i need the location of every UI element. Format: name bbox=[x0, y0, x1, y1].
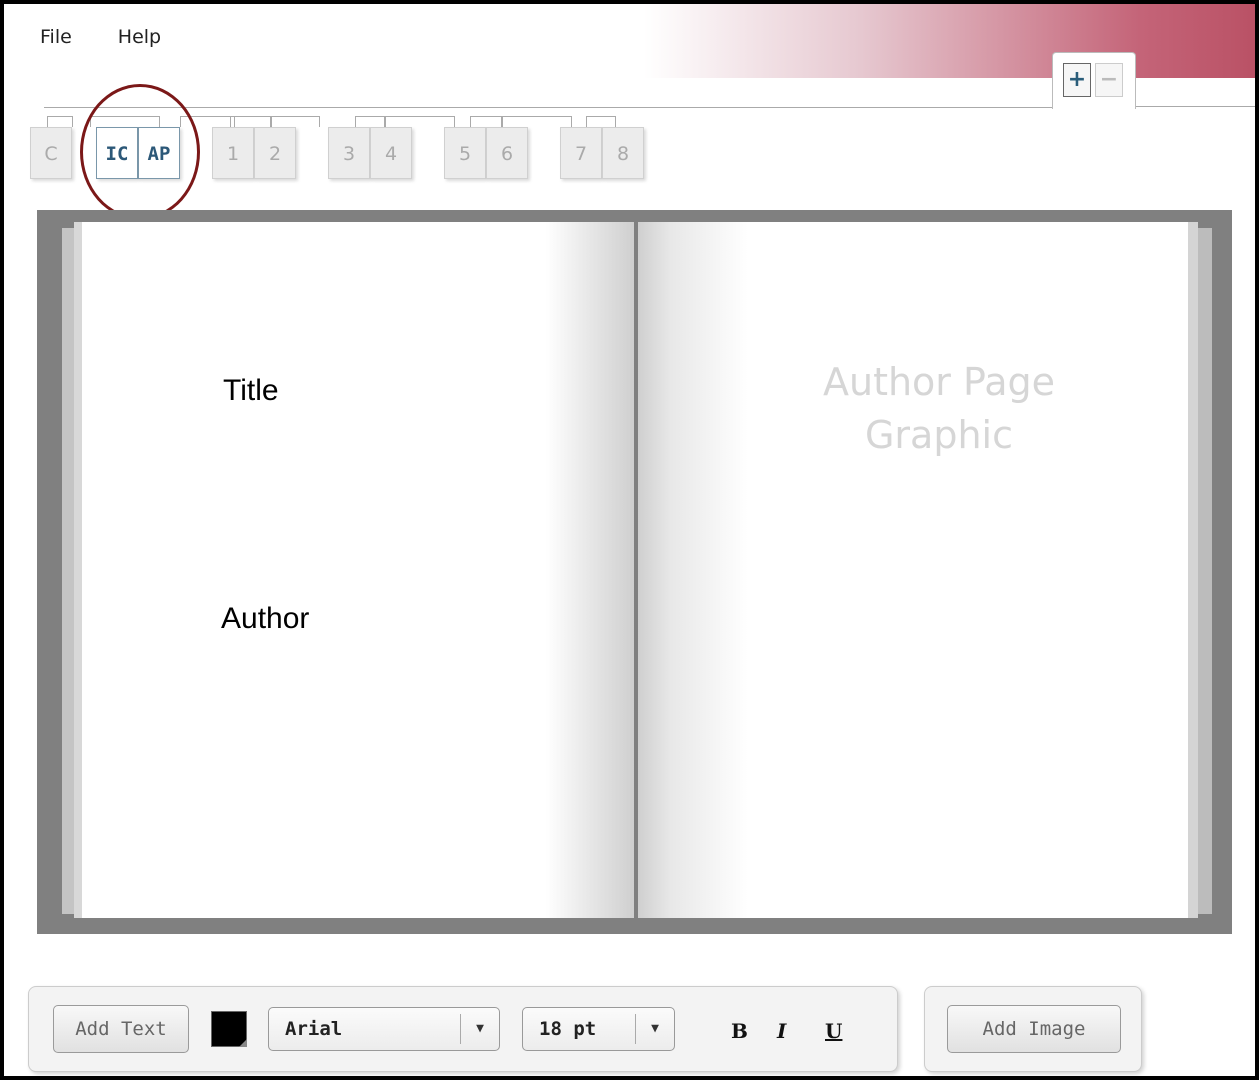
menu-help[interactable]: Help bbox=[118, 26, 161, 48]
tab-connector bbox=[47, 116, 73, 127]
tab-page-8[interactable]: 8 bbox=[602, 127, 644, 179]
author-text-box[interactable]: Author bbox=[221, 602, 309, 636]
tab-connector bbox=[355, 116, 385, 127]
add-page-button[interactable]: + bbox=[1063, 63, 1091, 97]
font-family-dropdown[interactable]: Arial ▼ bbox=[268, 1007, 500, 1051]
menu-bar: File Help bbox=[40, 26, 161, 48]
tab-rail-line bbox=[44, 107, 1052, 108]
tab-cover[interactable]: C bbox=[30, 127, 72, 179]
tab-page-6[interactable]: 6 bbox=[486, 127, 528, 179]
tab-page-7[interactable]: 7 bbox=[560, 127, 602, 179]
underline-button[interactable]: U bbox=[825, 1019, 842, 1043]
tab-connector bbox=[502, 116, 572, 127]
tab-page-1[interactable]: 1 bbox=[212, 127, 254, 179]
tab-connector bbox=[470, 116, 502, 127]
minus-icon: − bbox=[1099, 67, 1119, 92]
font-size-dropdown[interactable]: 18 pt ▼ bbox=[522, 1007, 675, 1051]
tab-connector bbox=[270, 116, 320, 127]
add-image-button[interactable]: Add Image bbox=[947, 1005, 1121, 1053]
book-right-edge bbox=[1198, 228, 1212, 914]
add-text-button[interactable]: Add Text bbox=[53, 1005, 189, 1053]
placeholder-line-1: Author Page bbox=[822, 360, 1055, 404]
tab-connector bbox=[586, 116, 616, 127]
font-size-value: 18 pt bbox=[539, 1018, 597, 1040]
tab-page-3[interactable]: 3 bbox=[328, 127, 370, 179]
tab-rail-line-right bbox=[1134, 106, 1255, 107]
right-page[interactable] bbox=[638, 222, 1198, 918]
app-window: File Help + − C IC AP 1 2 3 4 5 6 7 8 Ti… bbox=[0, 0, 1259, 1080]
chevron-down-icon: ▼ bbox=[635, 1014, 674, 1044]
bold-button[interactable]: B bbox=[731, 1019, 748, 1043]
author-page-graphic-placeholder[interactable]: Author Page Graphic bbox=[774, 356, 1104, 462]
chevron-down-icon: ▼ bbox=[460, 1014, 499, 1044]
placeholder-line-2: Graphic bbox=[864, 413, 1013, 457]
image-toolbar: Add Image bbox=[924, 986, 1142, 1072]
title-text-box[interactable]: Title bbox=[223, 374, 279, 408]
tab-connector bbox=[385, 116, 455, 127]
text-toolbar: Add Text Arial ▼ 18 pt ▼ B I U bbox=[28, 986, 898, 1072]
italic-button[interactable]: I bbox=[777, 1019, 786, 1043]
left-page[interactable] bbox=[74, 222, 634, 918]
menu-file[interactable]: File bbox=[40, 26, 72, 48]
highlight-circle bbox=[80, 84, 200, 220]
font-family-value: Arial bbox=[285, 1018, 343, 1040]
remove-page-button[interactable]: − bbox=[1095, 63, 1123, 97]
tab-page-5[interactable]: 5 bbox=[444, 127, 486, 179]
tab-page-2[interactable]: 2 bbox=[254, 127, 296, 179]
tab-page-4[interactable]: 4 bbox=[370, 127, 412, 179]
tab-connector bbox=[230, 116, 272, 127]
plus-icon: + bbox=[1067, 67, 1087, 92]
text-color-picker[interactable] bbox=[211, 1011, 247, 1047]
page-add-remove-panel: + − bbox=[1052, 52, 1136, 109]
header-gradient bbox=[644, 4, 1255, 78]
